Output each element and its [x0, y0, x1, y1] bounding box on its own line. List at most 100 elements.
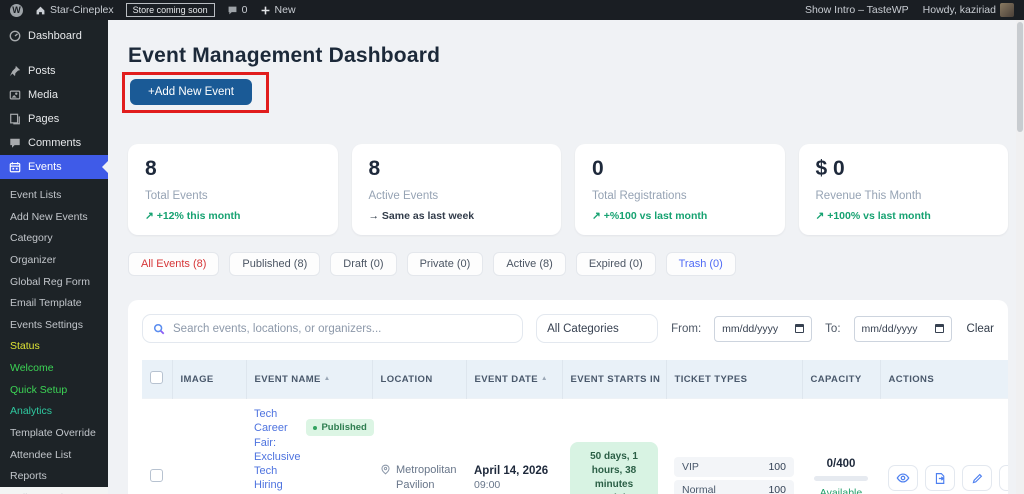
- stat-card-revenue: $ 0 Revenue This Month ↗ +100% vs last m…: [798, 144, 1008, 235]
- from-date-input[interactable]: mm/dd/yyyy: [714, 315, 813, 342]
- export-file-icon: [935, 472, 944, 484]
- media-icon: [8, 89, 21, 101]
- sidebar-item-posts[interactable]: Posts: [0, 59, 108, 83]
- stat-card-total-events: 8 Total Events ↗ +12% this month: [128, 144, 338, 235]
- submenu-organizer[interactable]: Organizer: [0, 250, 108, 272]
- status-label: Published: [321, 422, 367, 433]
- capacity-status: Available: [819, 486, 863, 494]
- header-event-starts-in: EVENT STARTS IN: [561, 360, 666, 399]
- filter-draft[interactable]: Draft (0): [330, 252, 397, 276]
- status-filter-row: All Events (8) Published (8) Draft (0) P…: [128, 252, 1008, 276]
- header-ticket-types: TICKET TYPES: [665, 360, 802, 399]
- howdy-label: Howdy, kaziriad: [922, 4, 996, 16]
- submenu-events-settings[interactable]: Events Settings: [0, 315, 108, 337]
- submenu-welcome[interactable]: Welcome: [0, 358, 108, 380]
- sidebar-label: Posts: [28, 65, 56, 77]
- capacity-count: 0/400: [826, 457, 856, 470]
- submenu-attendee-list[interactable]: Attendee List: [0, 445, 108, 467]
- row-actions: [888, 465, 1008, 492]
- account-menu[interactable]: Howdy, kaziriad: [923, 3, 1014, 17]
- filter-private[interactable]: Private (0): [406, 252, 484, 276]
- from-date-value: mm/dd/yyyy: [722, 322, 779, 335]
- submenu-status[interactable]: Status: [0, 336, 108, 358]
- calendar-picker-icon: [934, 324, 944, 333]
- header-event-date[interactable]: EVENT DATE ▲: [465, 360, 562, 399]
- sidebar-item-media[interactable]: Media: [0, 83, 108, 107]
- scrollbar-thumb[interactable]: [1017, 22, 1023, 132]
- comment-bubble-icon: [227, 5, 238, 16]
- clear-filters-button[interactable]: Clear: [967, 323, 994, 335]
- table-header-row: IMAGE EVENT NAME ▲ LOCATION EVENT DATE ▲ E…: [142, 360, 1008, 399]
- search-filter-row: All Categories From: mm/dd/yyyy To: mm/d…: [142, 314, 1008, 343]
- sidebar-label: Pages: [28, 113, 60, 125]
- filter-expired[interactable]: Expired (0): [575, 252, 656, 276]
- site-name-link[interactable]: Star-Cineplex: [35, 4, 114, 16]
- submenu-global-reg-form[interactable]: Global Reg Form: [0, 272, 108, 294]
- ticket-type-qty: 100: [768, 460, 786, 473]
- filter-trash[interactable]: Trash (0): [665, 252, 736, 276]
- stat-label: Active Events: [368, 190, 439, 202]
- event-name-link[interactable]: Tech Career Fair: Exclusive Tech Hiring …: [254, 407, 300, 494]
- ticket-type-name: Normal: [682, 483, 716, 494]
- wp-logo[interactable]: W: [10, 3, 23, 17]
- filter-all-events[interactable]: All Events (8): [128, 252, 220, 276]
- filter-published[interactable]: Published (8): [229, 252, 321, 276]
- stat-label: Revenue This Month: [815, 190, 922, 202]
- bar-chart-icon: [1008, 472, 1009, 485]
- stat-trend: ↗ +12% this month: [145, 210, 241, 222]
- edit-button[interactable]: [962, 465, 992, 492]
- events-table: IMAGE EVENT NAME ▲ LOCATION EVENT DATE ▲ E…: [142, 360, 1008, 494]
- submenu-category[interactable]: Category: [0, 228, 108, 250]
- sidebar-item-pages[interactable]: Pages: [0, 107, 108, 131]
- user-avatar: [1000, 3, 1014, 17]
- header-location: LOCATION: [371, 360, 466, 399]
- submenu-add-new-events[interactable]: Add New Events: [0, 207, 108, 229]
- submenu-email-template[interactable]: Email Template: [0, 293, 108, 315]
- capacity-progress-bar: [814, 475, 868, 481]
- page-scrollbar[interactable]: [1016, 20, 1024, 494]
- ticket-type-qty: 100: [768, 483, 786, 494]
- view-button[interactable]: [888, 465, 918, 492]
- status-dot-icon: [313, 425, 318, 430]
- to-label: To:: [825, 322, 841, 335]
- sidebar-item-events[interactable]: Events: [0, 155, 108, 179]
- row-checkbox[interactable]: [150, 469, 163, 483]
- countdown-badge: 50 days, 1 hours, 38 minutes remaining: [570, 442, 658, 494]
- new-content-button[interactable]: New: [260, 4, 296, 16]
- header-event-name[interactable]: EVENT NAME ▲: [245, 360, 372, 399]
- analytics-button[interactable]: [999, 465, 1009, 492]
- pages-icon: [8, 113, 21, 125]
- category-filter-select[interactable]: All Categories: [536, 314, 659, 343]
- store-coming-soon-badge[interactable]: Store coming soon: [125, 3, 215, 17]
- event-thumbnail[interactable]: [180, 455, 226, 494]
- submenu-reports[interactable]: Reports: [0, 466, 108, 488]
- submenu-quick-setup[interactable]: Quick Setup: [0, 380, 108, 402]
- submenu-template-override[interactable]: Template Override: [0, 423, 108, 445]
- stat-label: Total Registrations: [592, 190, 687, 202]
- ticket-type-row: VIP 100: [674, 456, 794, 477]
- sidebar-item-dashboard[interactable]: Dashboard: [0, 20, 108, 51]
- from-label: From:: [671, 322, 702, 335]
- select-all-checkbox[interactable]: [150, 371, 163, 384]
- plus-icon: [260, 5, 271, 16]
- export-button[interactable]: [925, 465, 955, 492]
- to-date-input[interactable]: mm/dd/yyyy: [853, 315, 952, 342]
- header-label: EVENT DATE: [474, 373, 538, 385]
- search-input[interactable]: [173, 322, 513, 335]
- submenu-analytics[interactable]: Analytics: [0, 401, 108, 423]
- submenu-event-lists[interactable]: Event Lists: [0, 185, 108, 207]
- stat-value: $ 0: [815, 157, 845, 180]
- event-location: Metropolitan Pavilion: [396, 464, 457, 492]
- events-submenu: Event Lists Add New Events Category Orga…: [0, 179, 108, 494]
- add-new-event-button[interactable]: +Add New Event: [130, 79, 252, 105]
- ticket-type-row: Normal 100: [674, 479, 794, 494]
- sort-asc-icon: ▲: [540, 374, 548, 382]
- submenu-bulk-attendee-date-edit[interactable]: Bulk Attendee Date Edit: [0, 488, 100, 494]
- sidebar-item-comments[interactable]: Comments: [0, 131, 108, 155]
- comments-shortcut[interactable]: 0: [227, 4, 248, 16]
- calendar-icon: [8, 161, 21, 173]
- published-status-badge: Published: [306, 419, 374, 436]
- show-intro-link[interactable]: Show Intro – TasteWP: [805, 4, 909, 16]
- filter-active[interactable]: Active (8): [493, 252, 566, 276]
- events-panel: All Categories From: mm/dd/yyyy To: mm/d…: [128, 300, 1008, 494]
